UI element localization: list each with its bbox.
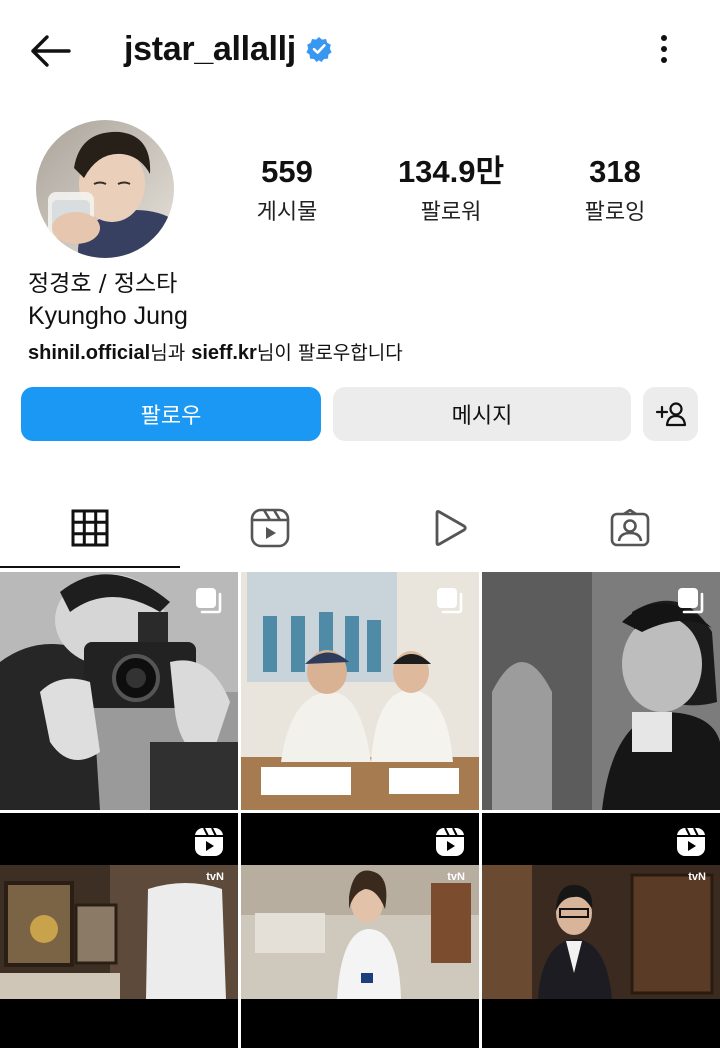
follow-button[interactable]: 팔로우 bbox=[21, 387, 321, 441]
followed-by-text[interactable]: shinil.official님과 sieff.kr님이 팔로우합니다 bbox=[28, 338, 403, 365]
carousel-icon bbox=[196, 588, 222, 614]
more-vertical-icon bbox=[661, 35, 667, 63]
following-count-value: 318 bbox=[589, 154, 641, 189]
following-count[interactable]: 318 팔로잉 bbox=[540, 150, 690, 230]
profile-tabs bbox=[0, 490, 720, 568]
profile-avatar[interactable] bbox=[36, 120, 174, 258]
tab-tagged[interactable] bbox=[540, 490, 720, 566]
reel-icon bbox=[677, 827, 705, 856]
following-count-label: 팔로잉 bbox=[584, 200, 646, 225]
followers-count-value: 134.9만 bbox=[397, 154, 505, 189]
top-bar: jstar_allallj bbox=[0, 0, 720, 100]
reel-overlay-text: tvN bbox=[206, 871, 224, 883]
post-tile-5[interactable]: tvN bbox=[241, 813, 479, 1048]
message-button[interactable]: 메시지 bbox=[333, 387, 631, 441]
followed-by-suffix: 님이 팔로우합니다 bbox=[256, 342, 403, 364]
posts-count-value: 559 bbox=[261, 154, 313, 189]
followers-count[interactable]: 134.9만 팔로워 bbox=[376, 150, 526, 230]
reel-icon bbox=[436, 827, 464, 856]
tagged-icon bbox=[610, 509, 650, 547]
profile-username: jstar_allallj bbox=[124, 29, 296, 68]
post-tile-2[interactable] bbox=[241, 572, 479, 810]
profile-alt-name: Kyungho Jung bbox=[28, 302, 188, 330]
followers-count-label: 팔로워 bbox=[420, 200, 482, 225]
reel-icon bbox=[195, 827, 223, 856]
back-button[interactable] bbox=[24, 26, 74, 76]
reels-icon bbox=[250, 508, 290, 548]
posts-count-label: 게시물 bbox=[256, 200, 318, 225]
post-tile-3[interactable] bbox=[482, 572, 720, 810]
title-wrap: jstar_allallj bbox=[124, 26, 332, 72]
suggested-accounts-button[interactable] bbox=[643, 387, 698, 441]
arrow-left-icon bbox=[31, 35, 71, 67]
tab-videos[interactable] bbox=[360, 490, 540, 566]
followed-by-user-2[interactable]: sieff.kr bbox=[191, 342, 257, 364]
more-options-button[interactable] bbox=[644, 26, 684, 72]
active-tab-indicator bbox=[0, 566, 180, 568]
carousel-icon bbox=[678, 588, 704, 614]
reel-overlay-text: tvN bbox=[688, 871, 706, 883]
followed-by-connector: 님과 bbox=[150, 342, 192, 364]
posts-count[interactable]: 559 게시물 bbox=[212, 150, 362, 230]
add-person-icon bbox=[655, 402, 686, 427]
tab-reels[interactable] bbox=[180, 490, 360, 566]
followed-by-user-1[interactable]: shinil.official bbox=[28, 342, 150, 364]
tab-posts-grid[interactable] bbox=[0, 490, 180, 566]
post-tile-1[interactable] bbox=[0, 572, 238, 810]
carousel-icon bbox=[437, 588, 463, 614]
play-icon bbox=[435, 510, 467, 546]
verified-badge-icon bbox=[306, 36, 332, 62]
post-tile-6[interactable]: tvN bbox=[482, 813, 720, 1048]
grid-icon bbox=[71, 509, 109, 547]
reel-overlay-text: tvN bbox=[447, 871, 465, 883]
profile-display-name: 정경호 / 정스타 bbox=[28, 271, 178, 297]
post-tile-4[interactable]: tvN bbox=[0, 813, 238, 1048]
